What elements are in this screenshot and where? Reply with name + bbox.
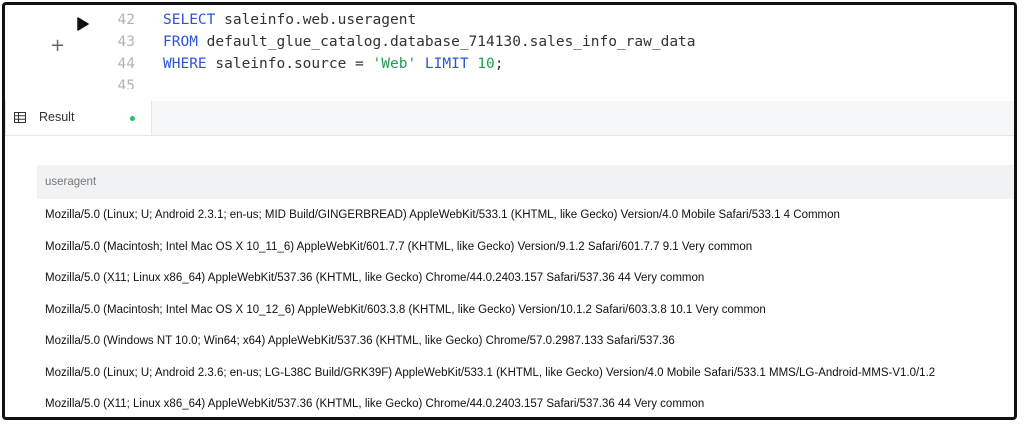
useragent-cell: Mozilla/5.0 (Linux; U; Android 2.3.1; en… — [45, 209, 840, 221]
table-row[interactable]: Mozilla/5.0 (Linux; U; Android 2.3.1; en… — [37, 201, 1014, 232]
code-line[interactable]: 44 WHERE saleinfo.source = 'Web' LIMIT 10… — [5, 53, 1014, 75]
line-number: 43 — [117, 34, 135, 50]
useragent-cell: Mozilla/5.0 (Linux; U; Android 2.3.6; en… — [45, 366, 936, 379]
table-row[interactable]: Mozilla/5.0 (X11; Linux x86_64) AppleWeb… — [37, 264, 1014, 295]
sql-literal: 'Web' — [372, 56, 417, 72]
tab-result-label: Result — [39, 110, 75, 124]
query-window: + 42 SELECT saleinfo.web.useragent 43 FROM … — [2, 2, 1017, 420]
line-number: 45 — [117, 78, 135, 89]
tab-result[interactable]: Result — [5, 101, 152, 135]
sql-text: ; — [494, 56, 504, 72]
code-text: SELECT saleinfo.web.useragent — [163, 9, 416, 31]
sql-text: saleinfo.web.useragent — [215, 12, 417, 28]
sql-editor[interactable]: + 42 SELECT saleinfo.web.useragent 43 FROM … — [5, 5, 1014, 100]
sql-keyword: LIMIT — [424, 56, 469, 72]
useragent-cell: Mozilla/5.0 (Macintosh; Intel Mac OS X 1… — [45, 240, 753, 253]
sql-literal: 10 — [477, 56, 495, 72]
table-row[interactable]: Mozilla/5.0 (Linux; U; Android 2.3.6; en… — [37, 359, 1014, 390]
useragent-cell: Mozilla/5.0 (X11; Linux x86_64) AppleWeb… — [45, 398, 705, 410]
useragent-cell: Mozilla/5.0 (X11; Linux x86_64) AppleWeb… — [45, 272, 705, 284]
code-text: WHERE saleinfo.source = 'Web' LIMIT 10; — [163, 53, 504, 75]
table-row[interactable]: Mozilla/5.0 (Macintosh; Intel Mac OS X 1… — [37, 296, 1014, 327]
result-tab-bar: Result — [5, 101, 1014, 136]
code-line[interactable]: 45 — [5, 75, 1014, 89]
code-line[interactable]: 43 FROM default_glue_catalog.database_714… — [5, 31, 1014, 53]
line-number: 44 — [117, 56, 135, 72]
table-row[interactable]: Mozilla/5.0 (Macintosh; Intel Mac OS X 1… — [37, 233, 1014, 264]
sql-text: default_glue_catalog.database_714130.sal… — [197, 34, 696, 50]
code-line[interactable]: 42 SELECT saleinfo.web.useragent — [5, 9, 1014, 31]
code-text: FROM default_glue_catalog.database_71413… — [163, 31, 696, 53]
column-header-label: useragent — [45, 176, 97, 188]
sql-keyword: WHERE — [163, 56, 207, 72]
column-header-useragent[interactable]: useragent — [37, 165, 1014, 199]
result-table: useragent Mozilla/5.0 (Linux; U; Android… — [37, 165, 1014, 417]
status-dot — [130, 116, 135, 121]
line-number: 42 — [117, 12, 135, 28]
useragent-cell: Mozilla/5.0 (Windows NT 10.0; Win64; x64… — [45, 335, 675, 347]
sql-keyword: SELECT — [163, 12, 216, 28]
table-row[interactable]: Mozilla/5.0 (X11; Linux x86_64) AppleWeb… — [37, 390, 1014, 417]
table-grid-icon — [14, 112, 26, 123]
table-row[interactable]: Mozilla/5.0 (Windows NT 10.0; Win64; x64… — [37, 327, 1014, 358]
sql-keyword: FROM — [163, 34, 198, 50]
useragent-cell: Mozilla/5.0 (Macintosh; Intel Mac OS X 1… — [45, 303, 766, 316]
sql-text: saleinfo.source = — [206, 56, 373, 72]
